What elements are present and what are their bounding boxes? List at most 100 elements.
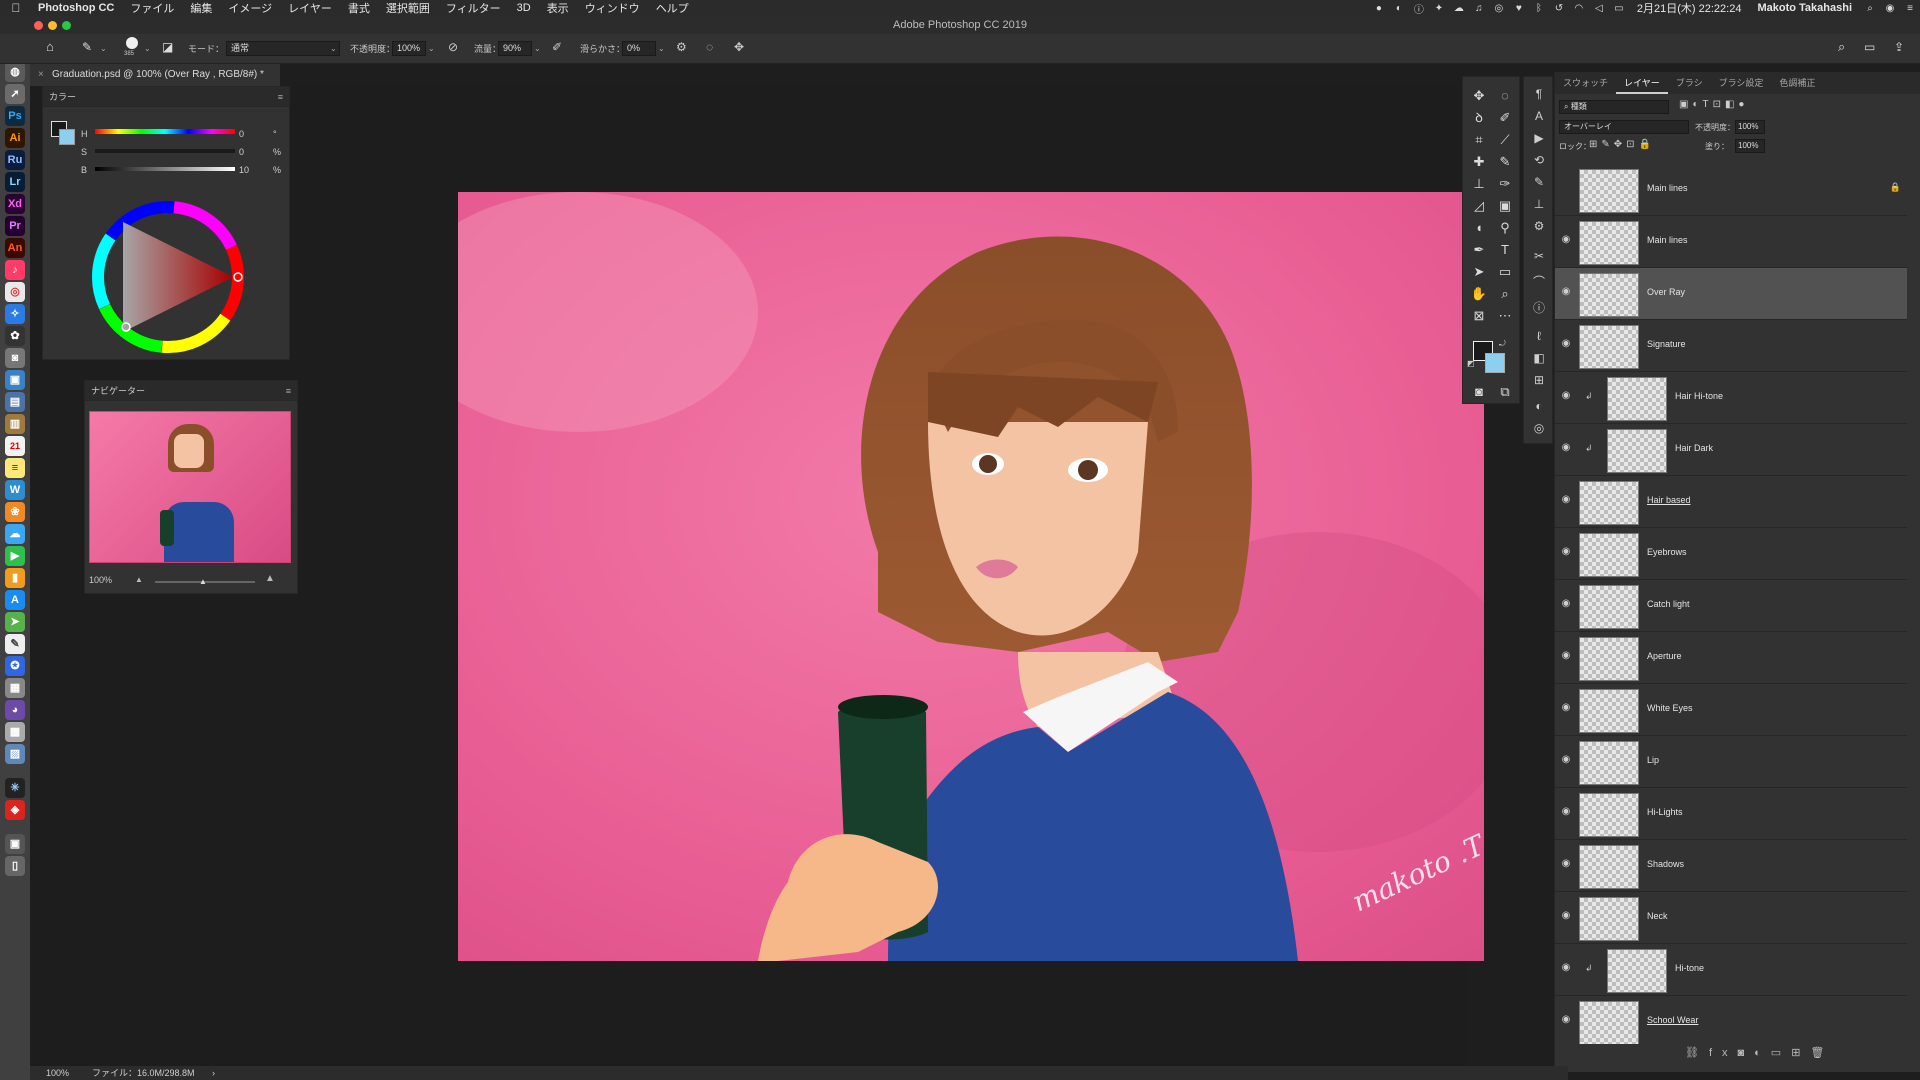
pressure-opacity-icon[interactable]: ⊘ <box>448 40 458 54</box>
layer-row[interactable]: ◉ Hi-Lights <box>1555 788 1907 840</box>
layer-row[interactable]: ◉ ↲ Hair Dark <box>1555 424 1907 476</box>
workspace-icon[interactable]: ▭ <box>1864 40 1875 54</box>
properties-icon[interactable]: ⊞ <box>1530 371 1548 389</box>
visibility-eye-icon[interactable]: ◉ <box>1559 390 1573 401</box>
actions-icon[interactable]: ▶ <box>1530 129 1548 147</box>
layer-thumbnail[interactable] <box>1579 481 1639 525</box>
background-color-swatch[interactable] <box>59 129 75 145</box>
menu-help[interactable]: ヘルプ <box>648 0 697 16</box>
tab-swatches[interactable]: スウォッチ <box>1555 72 1616 94</box>
marquee-tool-icon[interactable]: ◌ <box>1493 85 1517 107</box>
visibility-eye-icon[interactable]: ◉ <box>1559 1014 1573 1025</box>
opacity-field[interactable]: 100% <box>392 41 426 56</box>
layer-thumbnail[interactable] <box>1607 949 1667 993</box>
menu-edit[interactable]: 編集 <box>182 0 220 16</box>
xd-icon[interactable]: Xd <box>5 194 25 214</box>
swap-colors-icon[interactable]: ⤾ <box>1499 339 1506 349</box>
adobe-cc-icon[interactable]: ◈ <box>5 800 25 820</box>
layer-row[interactable]: ◉ ↲ Hair Hi-tone <box>1555 372 1907 424</box>
navigator-preview[interactable] <box>89 411 291 563</box>
layer-row[interactable]: ◉ Catch light <box>1555 580 1907 632</box>
layer-name[interactable]: Main lines <box>1647 235 1688 245</box>
status-icon[interactable]: ✦ <box>1429 3 1449 14</box>
layer-thumbnail[interactable] <box>1579 273 1639 317</box>
layer-name[interactable]: White Eyes <box>1647 703 1693 713</box>
layer-name[interactable]: School Wear <box>1647 1015 1698 1025</box>
frame-tool-icon[interactable]: ⊠ <box>1467 305 1491 327</box>
menu-image[interactable]: イメージ <box>220 0 280 16</box>
layer-row[interactable]: ◉ Neck <box>1555 892 1907 944</box>
layer-row[interactable]: ◉ Main lines <box>1555 216 1907 268</box>
symmetry-icon[interactable]: ✥ <box>734 40 744 54</box>
rocket-icon[interactable]: ➚ <box>5 84 25 104</box>
visibility-eye-icon[interactable]: ◉ <box>1559 806 1573 817</box>
premiere-rush-icon[interactable]: Ru <box>5 150 25 170</box>
layer-name[interactable]: Hi-Lights <box>1647 807 1683 817</box>
more-tools-icon[interactable]: ⋯ <box>1493 305 1517 327</box>
time-machine-icon[interactable]: ↺ <box>1549 3 1569 14</box>
animate-icon[interactable]: An <box>5 238 25 258</box>
menu-filter[interactable]: フィルター <box>438 0 509 16</box>
clone-source-icon[interactable]: ⊥ <box>1530 195 1548 213</box>
layer-row[interactable]: ◉ Eyebrows <box>1555 528 1907 580</box>
photos-icon[interactable]: ✿ <box>5 326 25 346</box>
menu-layer[interactable]: レイヤー <box>280 0 340 16</box>
slider-value-b[interactable]: 10 <box>239 165 249 175</box>
layer-name[interactable]: Hair Hi-tone <box>1675 391 1723 401</box>
menubar-user[interactable]: Makoto Takahashi <box>1749 2 1860 14</box>
eyedropper-tool-icon[interactable]: ⟋ <box>1493 129 1517 151</box>
photoshop-icon[interactable]: Ps <box>5 106 25 126</box>
layer-name[interactable]: Aperture <box>1647 651 1682 661</box>
bluetooth-icon[interactable]: ᛒ <box>1529 3 1549 14</box>
layer-row[interactable]: ◉ Over Ray <box>1555 268 1907 320</box>
history-icon[interactable]: ⟲ <box>1530 151 1548 169</box>
brush-tool-icon[interactable]: ✎ <box>82 40 92 54</box>
brush-settings-icon[interactable]: ◪ <box>162 40 173 54</box>
document-tab[interactable]: × Graduation.psd @ 100% (Over Ray , RGB/… <box>30 64 280 86</box>
status-icon[interactable]: ◎ <box>1489 3 1509 14</box>
layer-thumbnail[interactable] <box>1579 1001 1639 1044</box>
tab-adjustments[interactable]: 色調補正 <box>1771 72 1823 94</box>
apple-menu-icon[interactable]:  <box>0 1 32 15</box>
trash-icon[interactable]: ▯ <box>5 856 25 876</box>
layer-thumbnail[interactable] <box>1579 637 1639 681</box>
layer-name[interactable]: Eyebrows <box>1647 547 1687 557</box>
premiere-pro-icon[interactable]: Pr <box>5 216 25 236</box>
image-capture-icon[interactable]: ▤ <box>5 392 25 412</box>
paragraph-icon[interactable]: ¶ <box>1530 85 1548 103</box>
photos-app-icon[interactable]: ❀ <box>5 502 25 522</box>
photo-app-icon[interactable]: ▩ <box>5 722 25 742</box>
status-menu-icon[interactable]: › <box>212 1066 215 1080</box>
menu-3d[interactable]: 3D <box>509 2 539 14</box>
pressure-size-icon[interactable]: ◌ <box>706 40 713 54</box>
menu-select[interactable]: 選択範囲 <box>378 0 438 16</box>
mode-select[interactable]: 通常 <box>226 41 340 56</box>
layer-footer-icons[interactable]: ⛓fx◙◐▭⊞🗑 <box>1685 1046 1834 1059</box>
gear-icon[interactable]: ⚙ <box>676 40 687 54</box>
quick-select-tool-icon[interactable]: ✐ <box>1493 107 1517 129</box>
layer-opacity-field[interactable]: 100% <box>1735 120 1765 134</box>
layer-filter-select[interactable]: ⌕ 種類 <box>1559 100 1669 114</box>
lightroom-icon[interactable]: Lr <box>5 172 25 192</box>
info-icon[interactable]: ⓘ <box>1530 299 1548 317</box>
healing-brush-tool-icon[interactable]: ✚ <box>1467 151 1491 173</box>
music-icon[interactable]: ♪ <box>5 260 25 280</box>
visibility-eye-icon[interactable]: ◉ <box>1559 598 1573 609</box>
layer-row[interactable]: ◉ White Eyes <box>1555 684 1907 736</box>
siri-icon[interactable]: ◉ <box>1880 3 1900 14</box>
dodge-tool-icon[interactable]: ⚲ <box>1493 217 1517 239</box>
calendar-icon[interactable]: 21 <box>5 436 25 456</box>
chevron-down-icon[interactable]: ⌄ <box>534 44 541 53</box>
clone-stamp-tool-icon[interactable]: ⊥ <box>1467 173 1491 195</box>
artwork-canvas[interactable]: makoto .T <box>458 192 1484 961</box>
menu-type[interactable]: 書式 <box>340 0 378 16</box>
styles-icon[interactable]: ◎ <box>1530 419 1548 437</box>
menu-view[interactable]: 表示 <box>539 0 577 16</box>
messages-icon[interactable]: ☁ <box>5 524 25 544</box>
zoom-slider-handle[interactable]: ▲ <box>199 577 207 586</box>
layer-row[interactable]: ◉ ↲ Hi-tone <box>1555 944 1907 996</box>
cloud-icon[interactable]: ☁ <box>1449 3 1469 14</box>
layer-row[interactable]: ◉ Signature <box>1555 320 1907 372</box>
minimize-window-button[interactable] <box>48 21 57 30</box>
hue-slider[interactable] <box>95 129 235 134</box>
